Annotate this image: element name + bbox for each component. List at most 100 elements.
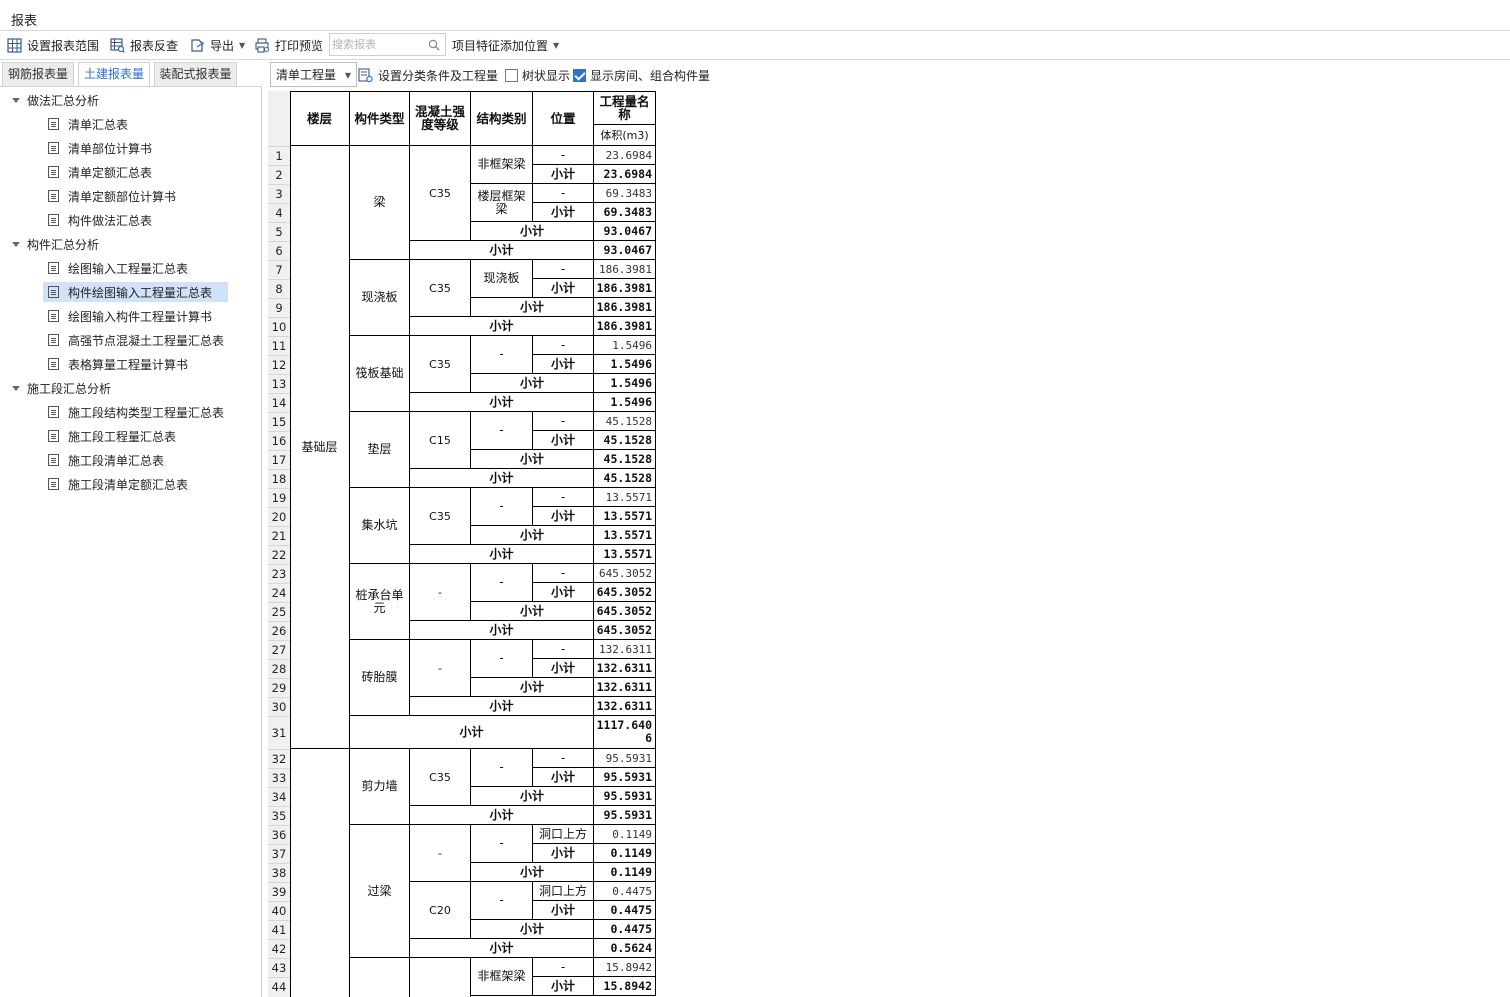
- row-number[interactable]: 40: [268, 901, 290, 920]
- row-number[interactable]: 15: [268, 412, 290, 431]
- floor-cell: [290, 749, 350, 997]
- structure-cell: -: [471, 412, 533, 450]
- print-preview-button[interactable]: 打印预览: [255, 36, 323, 55]
- row-number[interactable]: 8: [268, 279, 290, 298]
- row-number[interactable]: 44: [268, 977, 290, 996]
- checkbox-checked-icon[interactable]: [573, 69, 586, 82]
- row-number[interactable]: 11: [268, 336, 290, 355]
- tree-group-method-summary[interactable]: 做法汇总分析: [12, 90, 99, 110]
- tree-item[interactable]: 施工段工程量汇总表: [48, 426, 176, 446]
- row-number[interactable]: 5: [268, 222, 290, 241]
- tree-group-construction-section[interactable]: 施工段汇总分析: [12, 378, 111, 398]
- document-icon: [48, 334, 59, 346]
- tree-item[interactable]: 清单定额部位计算书: [48, 186, 176, 206]
- position-cell: -: [533, 640, 594, 659]
- row-number[interactable]: 2: [268, 165, 290, 184]
- row-number[interactable]: 16: [268, 431, 290, 450]
- row-number[interactable]: 42: [268, 939, 290, 958]
- position-cell: -: [533, 749, 594, 768]
- tree-item[interactable]: 表格算量工程量计算书: [48, 354, 188, 374]
- row-number[interactable]: 43: [268, 958, 290, 977]
- subtotal-value: 645.3052: [594, 583, 656, 602]
- grade-cell: -: [410, 640, 471, 697]
- tree-item[interactable]: 绘图输入构件工程量计算书: [48, 306, 212, 326]
- row-number[interactable]: 12: [268, 355, 290, 374]
- tab-rebar-report[interactable]: 钢筋报表量: [2, 62, 74, 87]
- expand-arrow-icon[interactable]: [12, 97, 20, 103]
- row-number[interactable]: 6: [268, 241, 290, 260]
- row-number[interactable]: 29: [268, 678, 290, 697]
- row-number[interactable]: 30: [268, 697, 290, 716]
- tree-view-checkbox[interactable]: 树状显示: [505, 67, 570, 84]
- tab-civil-report[interactable]: 土建报表量: [78, 62, 150, 87]
- row-number[interactable]: 28: [268, 659, 290, 678]
- set-conditions-button[interactable]: 设置分类条件及工程量: [358, 67, 498, 84]
- feature-position-dropdown[interactable]: 项目特征添加位置 ▼: [452, 36, 559, 55]
- tree-item[interactable]: 清单定额汇总表: [48, 162, 152, 182]
- row-number[interactable]: 36: [268, 825, 290, 844]
- row-number[interactable]: 38: [268, 863, 290, 882]
- expand-arrow-icon[interactable]: [12, 385, 20, 391]
- position-cell: -: [533, 564, 594, 583]
- row-number[interactable]: 10: [268, 317, 290, 336]
- quantity-type-select[interactable]: 清单工程量 ▼: [270, 62, 357, 87]
- print-preview-icon: [255, 38, 270, 53]
- chevron-down-icon[interactable]: ▼: [239, 41, 245, 50]
- row-number[interactable]: 23: [268, 564, 290, 583]
- tree-group-component-summary[interactable]: 构件汇总分析: [12, 234, 99, 254]
- tree-item[interactable]: 施工段清单汇总表: [48, 450, 164, 470]
- row-number[interactable]: 13: [268, 374, 290, 393]
- row-number[interactable]: 37: [268, 844, 290, 863]
- row-number[interactable]: 34: [268, 787, 290, 806]
- show-rooms-checkbox[interactable]: 显示房间、组合构件量: [573, 67, 710, 84]
- row-number[interactable]: 21: [268, 526, 290, 545]
- tree-item[interactable]: 清单部位计算书: [48, 138, 152, 158]
- search-input[interactable]: [332, 36, 428, 53]
- tree-item[interactable]: 清单汇总表: [48, 114, 128, 134]
- row-number[interactable]: 20: [268, 507, 290, 526]
- set-report-range-button[interactable]: 设置报表范围: [7, 36, 99, 55]
- expand-arrow-icon[interactable]: [12, 241, 20, 247]
- row-number[interactable]: 32: [268, 749, 290, 768]
- row-number[interactable]: 3: [268, 184, 290, 203]
- position-cell: -: [533, 260, 594, 279]
- tree-item[interactable]: 施工段结构类型工程量汇总表: [48, 402, 224, 422]
- export-button[interactable]: 导出 ▼: [190, 36, 245, 55]
- tab-prefab-report[interactable]: 装配式报表量: [154, 62, 237, 87]
- row-number[interactable]: 31: [268, 716, 290, 749]
- row-number[interactable]: 35: [268, 806, 290, 825]
- tree-item[interactable]: 高强节点混凝土工程量汇总表: [48, 330, 224, 350]
- subtotal-value: 0.5624: [594, 939, 656, 958]
- search-icon[interactable]: [428, 39, 440, 51]
- row-number[interactable]: 9: [268, 298, 290, 317]
- subtotal-label: 小计: [533, 901, 594, 920]
- row-number[interactable]: 25: [268, 602, 290, 621]
- subtotal-label: 小计: [533, 977, 594, 996]
- row-number[interactable]: 4: [268, 203, 290, 222]
- row-number[interactable]: 27: [268, 640, 290, 659]
- tree-item[interactable]: 施工段清单定额汇总表: [48, 474, 188, 494]
- row-number[interactable]: 39: [268, 882, 290, 901]
- tree-item[interactable]: 绘图输入工程量汇总表: [48, 258, 188, 278]
- row-number[interactable]: 41: [268, 920, 290, 939]
- row-number[interactable]: 18: [268, 469, 290, 488]
- row-number[interactable]: 1: [268, 146, 290, 165]
- row-number[interactable]: 24: [268, 583, 290, 602]
- checkbox-unchecked-icon[interactable]: [505, 69, 518, 82]
- row-number[interactable]: 33: [268, 768, 290, 787]
- row-number[interactable]: 22: [268, 545, 290, 564]
- component-type-cell: [350, 958, 410, 997]
- subtotal-value: 132.6311: [594, 659, 656, 678]
- tree-item-selected[interactable]: 构件绘图输入工程量汇总表: [43, 282, 228, 302]
- subtotal-label: 小计: [410, 545, 594, 564]
- row-number[interactable]: 14: [268, 393, 290, 412]
- row-number[interactable]: 19: [268, 488, 290, 507]
- tree-item[interactable]: 构件做法汇总表: [48, 210, 152, 230]
- grade-cell: C35: [410, 749, 471, 806]
- subtotal-value: 132.6311: [594, 678, 656, 697]
- row-number[interactable]: 7: [268, 260, 290, 279]
- position-cell: -: [533, 146, 594, 165]
- row-number[interactable]: 26: [268, 621, 290, 640]
- report-reverse-lookup-button[interactable]: 报表反查: [110, 36, 178, 55]
- row-number[interactable]: 17: [268, 450, 290, 469]
